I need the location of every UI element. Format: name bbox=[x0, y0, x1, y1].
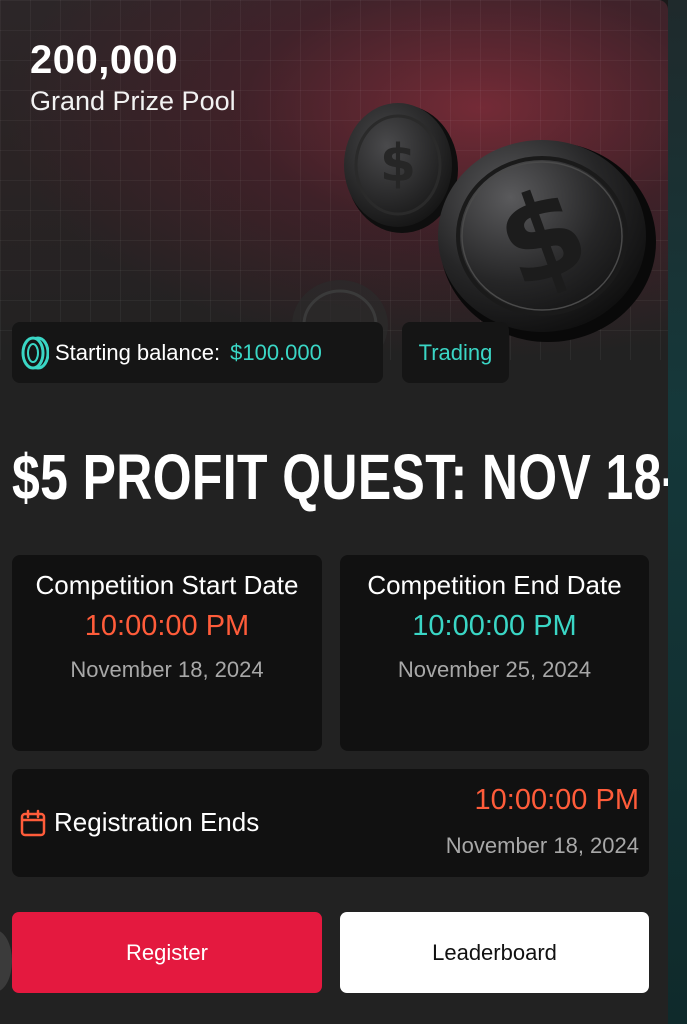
competition-end-box: Competition End Date 10:00:00 PM Novembe… bbox=[340, 555, 649, 751]
coin-icon bbox=[21, 336, 49, 369]
registration-date: November 18, 2024 bbox=[445, 833, 639, 858]
competition-start-date: November 18, 2024 bbox=[70, 657, 264, 682]
competition-start-box: Competition Start Date 10:00:00 PM Novem… bbox=[12, 555, 322, 751]
starting-balance-value: $100.000 bbox=[230, 339, 322, 365]
competition-start-label: Competition Start Date bbox=[35, 570, 299, 600]
leaderboard-button[interactable]: Leaderboard bbox=[340, 912, 649, 993]
calendar-icon bbox=[20, 809, 46, 836]
prize-amount: 200,000 bbox=[30, 38, 179, 82]
svg-text:$: $ bbox=[380, 134, 416, 194]
large-coin-image: $ bbox=[438, 140, 656, 342]
quest-title: $5 PROFIT QUEST: NOV 18-25 bbox=[12, 441, 668, 513]
registration-label: Registration Ends bbox=[54, 807, 260, 837]
starting-balance-badge: Starting balance: $100.000 bbox=[12, 322, 383, 383]
registration-box: Registration Ends 10:00:00 PM November 1… bbox=[12, 769, 649, 877]
competition-card: $ $ 200,000 Grand Prize Pool Starting ba… bbox=[0, 0, 668, 1024]
competition-end-label: Competition End Date bbox=[367, 570, 622, 600]
prize-label: Grand Prize Pool bbox=[30, 86, 236, 116]
registration-label-group: Registration Ends bbox=[20, 807, 259, 838]
category-tag: Trading bbox=[402, 322, 509, 383]
starting-balance-label: Starting balance: bbox=[55, 339, 221, 365]
background-strip bbox=[668, 0, 687, 1024]
competition-end-time: 10:00:00 PM bbox=[412, 610, 577, 642]
register-button[interactable]: Register bbox=[12, 912, 322, 993]
hero-banner: $ $ 200,000 Grand Prize Pool bbox=[0, 0, 668, 360]
competition-end-date: November 25, 2024 bbox=[397, 657, 592, 682]
scroll-handle bbox=[0, 930, 12, 992]
competition-start-time: 10:00:00 PM bbox=[84, 610, 250, 642]
registration-time: 10:00:00 PM bbox=[474, 784, 639, 816]
